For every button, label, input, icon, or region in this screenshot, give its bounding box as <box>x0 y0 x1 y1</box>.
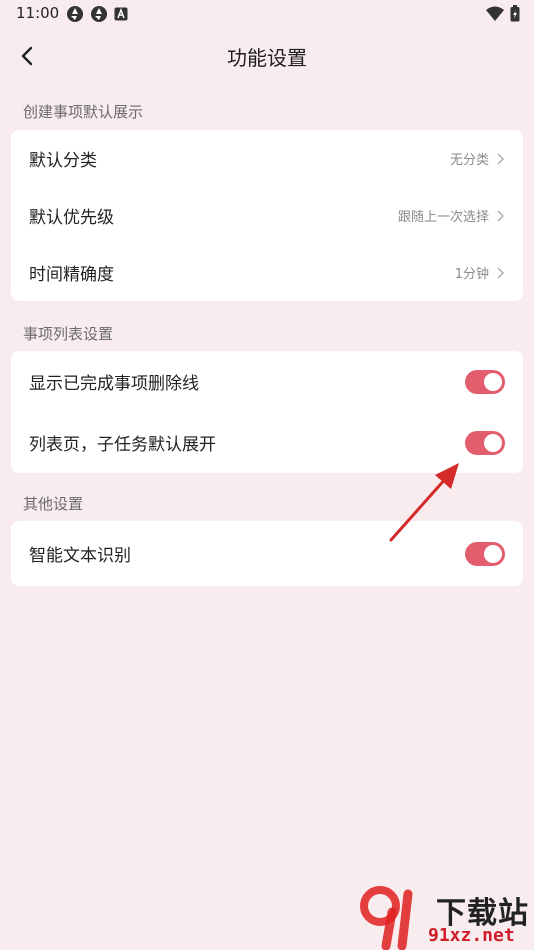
chevron-right-icon <box>497 153 504 164</box>
section-label-list-settings: 事项列表设置 <box>23 325 114 343</box>
chevron-right-icon <box>497 210 504 221</box>
row-label: 默认优先级 <box>29 208 114 228</box>
battery-icon <box>510 5 520 22</box>
row-label: 时间精确度 <box>29 265 114 285</box>
toggle-knob <box>484 372 502 391</box>
annotation-arrow-icon <box>389 463 459 542</box>
row-value: 跟随上一次选择 <box>397 210 489 225</box>
status-bar: 11:00 <box>0 0 534 28</box>
row-label: 默认分类 <box>29 151 97 171</box>
row-label: 列表页，子任务默认展开 <box>29 435 216 455</box>
status-time: 11:00 <box>16 4 60 22</box>
row-default-category[interactable]: 默认分类 无分类 <box>11 130 523 187</box>
smart-text-toggle[interactable] <box>465 541 505 566</box>
watermark-site: 91xz.net <box>428 925 515 946</box>
aperture-icon <box>67 6 83 22</box>
aperture-icon <box>91 6 107 22</box>
chevron-right-icon <box>497 267 504 278</box>
row-time-precision[interactable]: 时间精确度 1分钟 <box>11 244 523 301</box>
row-strikethrough: 显示已完成事项删除线 <box>11 351 523 412</box>
row-value: 无分类 <box>449 153 489 168</box>
settings-screen: 11:00 功能设置 创建事项默认展示 默认分类 无分类 默认优先级 跟随上一次… <box>0 0 534 950</box>
row-value: 1分钟 <box>454 267 489 282</box>
row-default-priority[interactable]: 默认优先级 跟随上一次选择 <box>11 187 523 244</box>
section-label-other: 其他设置 <box>23 495 84 513</box>
subtask-expand-toggle[interactable] <box>465 430 505 455</box>
wifi-icon <box>486 6 504 21</box>
strikethrough-toggle[interactable] <box>465 369 505 394</box>
page-title: 功能设置 <box>227 46 307 70</box>
card-create-defaults: 默认分类 无分类 默认优先级 跟随上一次选择 时间精确度 1分钟 <box>11 130 523 301</box>
section-label-create-defaults: 创建事项默认展示 <box>23 103 144 121</box>
toggle-knob <box>484 544 502 563</box>
watermark-logo-icon <box>360 886 413 950</box>
row-label: 显示已完成事项删除线 <box>29 374 199 394</box>
header: 功能设置 <box>0 28 534 84</box>
watermark: 下载站 91xz.net <box>358 882 534 950</box>
toggle-knob <box>484 433 502 452</box>
font-a-icon <box>114 7 128 21</box>
